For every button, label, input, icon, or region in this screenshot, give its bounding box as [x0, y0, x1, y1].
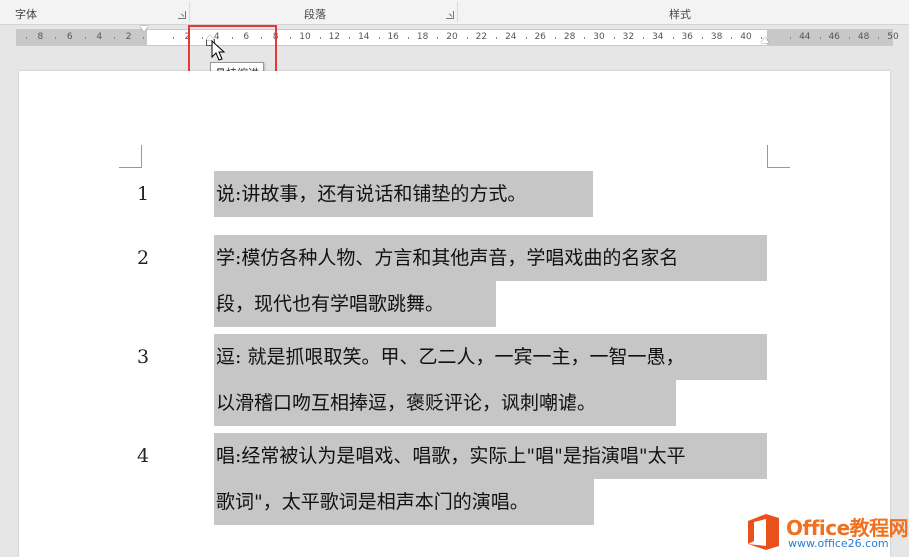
first-line-indent-marker[interactable]: [140, 26, 148, 32]
ruler-tick-mark: [466, 37, 468, 39]
selected-text-line[interactable]: 歌词"，太平歌词是相声本门的演唱。: [214, 479, 594, 525]
ruler-tick-mark: [496, 37, 498, 39]
styles-group: 样式: [458, 0, 909, 24]
font-dialog-launcher-icon[interactable]: [178, 11, 186, 19]
crop-mark-top-right: [767, 145, 790, 168]
ruler-tick-label: 46: [828, 32, 840, 42]
ruler-tick-label: 30: [593, 32, 605, 42]
ruler-tick-mark: [584, 37, 586, 39]
ruler-tick-mark: [613, 37, 615, 39]
ruler-tick-label: 28: [563, 32, 576, 42]
ruler-tick-label: 38: [710, 32, 723, 42]
paragraph-dialog-launcher-icon[interactable]: [446, 11, 454, 19]
ruler-tick-label: 16: [387, 32, 399, 42]
ruler-tick-mark: [25, 37, 27, 39]
ruler-tick-label: 18: [416, 32, 429, 42]
ruler-tick-mark: [790, 37, 792, 39]
ruler-tick-label: 26: [534, 32, 546, 42]
ruler-tick-mark: [319, 37, 321, 39]
ruler-tick-label: 34: [652, 32, 664, 42]
ruler-tick-mark: [407, 37, 409, 39]
ruler-tick-mark: [819, 37, 821, 39]
ruler-tick-label: 24: [505, 32, 517, 42]
ruler-tick-label: 4: [96, 32, 103, 42]
selected-text-line[interactable]: 唱:经常被认为是唱戏、唱歌，实际上"唱"是指演唱"太平: [214, 433, 767, 479]
ruler-tick-mark: [143, 37, 145, 39]
ruler-tick-label: 40: [740, 32, 752, 42]
horizontal-ruler-area: 8 6 4 2 2 4 6 8 10 12 14 16 18 20 22 24 26 28 30 32 34 36 38 40…: [0, 25, 909, 69]
ruler-tick-label: 8: [37, 32, 44, 42]
crop-mark-top-left: [119, 145, 142, 168]
paragraph-group-label: 段落: [304, 8, 326, 21]
font-group: 字体: [0, 0, 190, 24]
ruler-tick-label: 2: [125, 32, 132, 42]
ruler-tick-mark: [525, 37, 527, 39]
selected-text-line[interactable]: 逗: 就是抓哏取笑。甲、乙二人，一宾一主，一智一愚，: [214, 334, 767, 380]
ruler-tick-mark: [878, 37, 880, 39]
selected-text-line[interactable]: 学:模仿各种人物、方言和其他声音，学唱戏曲的名家名: [214, 235, 767, 281]
ruler-tick-mark: [172, 37, 174, 39]
ruler-tick-mark: [672, 37, 674, 39]
selected-text-line[interactable]: 以滑稽口吻互相捧逗，褒贬评论，讽刺嘲谑。: [214, 380, 676, 426]
ruler-tick-mark: [848, 37, 850, 39]
ruler-tick-label: 6: [66, 32, 73, 42]
ruler-tick-label: 36: [681, 32, 693, 42]
ruler-tick-mark: [84, 37, 86, 39]
ruler-tick-label: 20: [446, 32, 458, 42]
right-indent-marker[interactable]: [761, 37, 769, 43]
ruler-tick-label: 12: [328, 32, 341, 42]
font-group-label: 字体: [15, 8, 37, 21]
selected-text-line[interactable]: 说:讲故事，还有说话和铺垫的方式。: [214, 171, 593, 217]
paragraph-group: 段落: [190, 0, 458, 24]
site-watermark: Office教程网 www.office26.com: [746, 508, 909, 557]
list-number: 4: [137, 445, 150, 467]
ruler-tick-label: 14: [358, 32, 370, 42]
ruler-tick-mark: [290, 37, 292, 39]
ruler-tick-mark: [437, 37, 439, 39]
list-number: 2: [137, 247, 150, 269]
watermark-url: www.office26.com: [788, 537, 889, 550]
selected-text-line[interactable]: 段，现代也有学唱歌跳舞。: [214, 281, 496, 327]
mouse-pointer-icon: [211, 40, 226, 61]
ruler-tick-label: 48: [857, 32, 870, 42]
ruler-tick-mark: [55, 37, 57, 39]
office-logo-icon: [748, 514, 779, 550]
ruler-tick-mark: [349, 37, 351, 39]
ruler-tick-mark: [701, 37, 703, 39]
ruler-tick-label: 22: [475, 32, 488, 42]
ruler-tick-mark: [731, 37, 733, 39]
ruler-tick-mark: [554, 37, 556, 39]
ruler-tick-mark: [113, 37, 115, 39]
ribbon-group-labels: 字体 段落 样式: [0, 0, 909, 25]
document-page[interactable]: 1 说:讲故事，还有说话和铺垫的方式。 2 学:模仿各种人物、方言和其他声音，学…: [19, 71, 890, 557]
ruler-tick-label: 50: [887, 32, 899, 42]
ruler-tick-label: 10: [299, 32, 311, 42]
ruler-tick-mark: [643, 37, 645, 39]
ruler-tick-label: 44: [799, 32, 811, 42]
ruler-tick-mark: [378, 37, 380, 39]
list-number: 1: [137, 183, 150, 205]
list-number: 3: [137, 346, 150, 368]
styles-group-label: 样式: [669, 8, 691, 21]
ruler-tick-label: 32: [622, 32, 635, 42]
